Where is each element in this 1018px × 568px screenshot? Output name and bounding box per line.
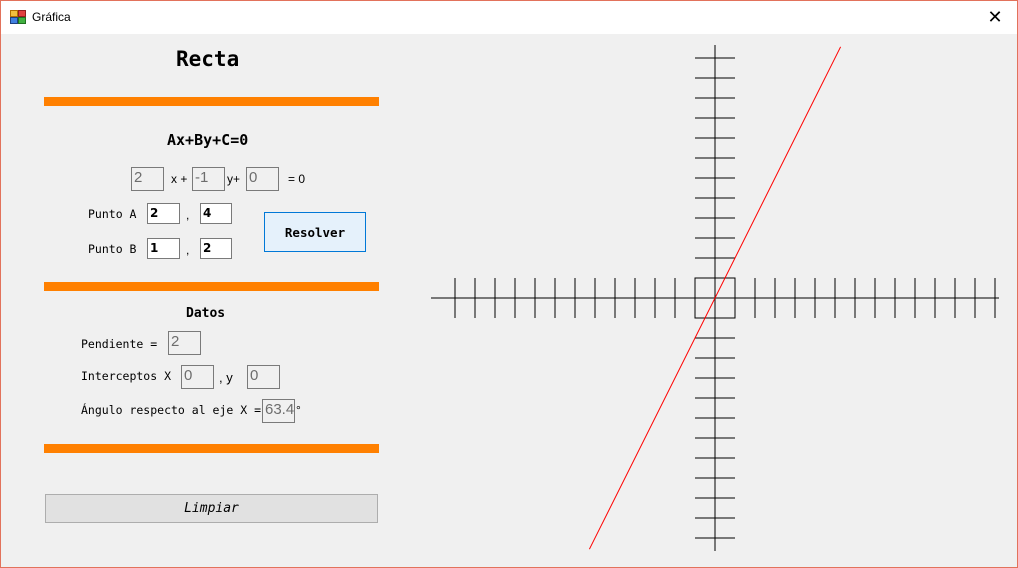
graph-canvas [431,45,999,551]
app-window: Gráfica ✕ Recta Ax+By+C=0 2 x + -1 y+ 0 … [0,0,1018,568]
